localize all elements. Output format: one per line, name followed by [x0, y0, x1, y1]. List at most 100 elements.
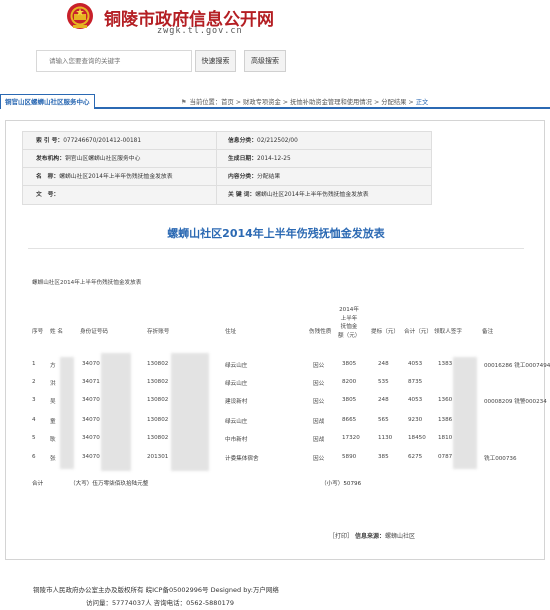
- cell-remark: 铣工000736: [484, 456, 517, 462]
- cell-name: 方: [50, 363, 56, 369]
- cell-amount: 5890: [342, 454, 357, 460]
- cell-remark: 00016286 铣工0007494: [484, 363, 550, 369]
- index-label: 索 引 号：: [36, 138, 64, 144]
- date-value: 2014-12-25: [257, 156, 291, 162]
- cell-signature: 1383: [438, 361, 453, 367]
- breadcrumb-current: 正文: [415, 99, 429, 106]
- cell-type: 因公: [313, 399, 325, 405]
- cell-passbook: 130802: [147, 435, 169, 441]
- header-seq: 序号: [32, 329, 44, 335]
- cell-seq: 6: [32, 454, 36, 460]
- blurred-passbook-numbers: [171, 353, 209, 471]
- doc-name: 名 称：螺蛳山社区2014年上半年伤残抚恤金发放表: [36, 168, 173, 186]
- cell-seq: 1: [32, 361, 36, 367]
- cell-address: 绿云山庄: [225, 381, 248, 387]
- total-words: （大写）伍万零柒佰玖拾陆元整: [70, 481, 149, 487]
- cell-address: 建设新村: [225, 399, 248, 405]
- cell-signature: 1386: [438, 417, 453, 423]
- cell-seq: 4: [32, 417, 36, 423]
- cell-passbook: 130802: [147, 361, 169, 367]
- header-address: 住址: [225, 329, 237, 335]
- cell-passbook: 130802: [147, 417, 169, 423]
- breadcrumb-subsidy[interactable]: 抚恤补助资金管理和使用情况: [290, 99, 372, 106]
- print-link[interactable]: ［打印］: [329, 533, 353, 540]
- breadcrumb-home[interactable]: 首页: [221, 99, 234, 106]
- date-label: 生成日期：: [228, 156, 257, 162]
- cell-seq: 3: [32, 397, 36, 403]
- cell-amount: 17320: [342, 435, 360, 441]
- article-content: 索 引 号：077246670/201412-00181 信息分类：02/212…: [5, 120, 550, 560]
- source-label: 信息来源：: [354, 533, 385, 540]
- header-id: 身份证号码: [80, 329, 108, 335]
- site-header: 铜陵市政府信息公开网 zwgk.tl.gov.cn: [0, 0, 550, 46]
- cell-id: 34070: [82, 417, 100, 423]
- content-label: 内容分类：: [228, 174, 257, 180]
- org-tab[interactable]: 铜官山区螺蛳山社区服务中心: [0, 94, 95, 109]
- cell-remark: 00008209 铣警000234: [484, 399, 547, 405]
- article-actions: ［打印］ 信息来源：螺蛳山社区: [329, 531, 415, 540]
- breadcrumb-separator: >: [406, 99, 416, 106]
- breadcrumb-prefix: 当前位置：: [189, 99, 222, 106]
- cell-total: 4053: [408, 397, 423, 403]
- breadcrumb-result[interactable]: 分配结果: [381, 99, 406, 106]
- doc-number: 文 号：: [36, 186, 59, 204]
- create-date: 生成日期：2014-12-25: [228, 150, 291, 168]
- info-panel: 索 引 号：077246670/201412-00181 信息分类：02/212…: [22, 131, 432, 205]
- cell-total: 4053: [408, 361, 423, 367]
- breadcrumb-separator: >: [371, 99, 382, 106]
- table-caption: 螺蛳山社区2014年上半年伤残抚恤金发放表: [32, 280, 142, 286]
- cell-name: 张: [50, 456, 56, 462]
- cell-type: 因战: [313, 419, 325, 425]
- breadcrumb-fund[interactable]: 财政专项资金: [243, 99, 281, 106]
- cell-total: 18450: [408, 435, 426, 441]
- footer-copyright: 铜陵市人民政府办公室主办及版权所有 皖ICP备05002996号 Designe…: [33, 586, 279, 594]
- cell-seq: 2: [32, 379, 36, 385]
- national-emblem-icon: [67, 3, 93, 29]
- cell-total: 9230: [408, 417, 423, 423]
- cell-name: 童: [50, 419, 56, 425]
- divider: [28, 248, 524, 249]
- cell-total: 8735: [408, 379, 423, 385]
- breadcrumb: ⚑ 当前位置：首页 > 财政专项资金 > 抚恤补助资金管理和使用情况 > 分配结果…: [181, 97, 428, 106]
- header-disability: 伤残性质: [309, 329, 332, 335]
- keywords-label: 关 键 词：: [228, 192, 256, 198]
- docno-label: 文 号：: [36, 192, 60, 198]
- header-raise: 提标（元）: [371, 329, 399, 335]
- blurred-signatures: [453, 357, 477, 469]
- nav-bar: 铜官山区螺蛳山社区服务中心 ⚑ 当前位置：首页 > 财政专项资金 > 抚恤补助资金…: [0, 94, 550, 109]
- cell-address: 计委集体宿舍: [225, 456, 259, 462]
- search-input[interactable]: [36, 50, 192, 72]
- cell-type: 因公: [313, 456, 325, 462]
- cell-raise: 248: [378, 361, 389, 367]
- org-label: 发布机构：: [36, 156, 65, 162]
- cell-type: 因公: [313, 363, 325, 369]
- publisher: 发布机构：铜官山区螺蛳山社区服务中心: [36, 150, 140, 168]
- footer-contact: 访问量：57774037人 咨询电话：0562-5880179: [86, 599, 234, 607]
- cell-signature: 1810: [438, 435, 453, 441]
- keywords-value: 螺蛳山社区2014年上半年伤残抚恤金发放表: [255, 192, 369, 198]
- cell-raise: 385: [378, 454, 389, 460]
- cell-amount: 3805: [342, 397, 357, 403]
- cell-type: 因战: [313, 437, 325, 443]
- cell-raise: 565: [378, 417, 389, 423]
- cell-amount: 3805: [342, 361, 357, 367]
- cell-name: 洪: [50, 381, 56, 387]
- cell-seq: 5: [32, 435, 36, 441]
- index-number: 索 引 号：077246670/201412-00181: [36, 132, 141, 150]
- quick-search-button[interactable]: 快速搜索: [195, 50, 236, 72]
- blurred-names: [60, 357, 74, 469]
- cell-amount: 8200: [342, 379, 357, 385]
- info-row: 发布机构：铜官山区螺蛳山社区服务中心 生成日期：2014-12-25: [23, 150, 431, 168]
- cell-passbook: 130802: [147, 397, 169, 403]
- cell-id: 34071: [82, 379, 100, 385]
- cell-raise: 1130: [378, 435, 393, 441]
- category-value: 02/212502/00: [257, 138, 298, 144]
- category: 信息分类：02/212502/00: [228, 132, 298, 150]
- site-domain: zwgk.tl.gov.cn: [157, 26, 243, 36]
- document-title: 螺蛳山社区2014年上半年伤残抚恤金发放表: [167, 227, 385, 240]
- name-label: 名 称：: [36, 174, 60, 180]
- advanced-search-button[interactable]: 高级搜索: [244, 50, 286, 72]
- info-row: 名 称：螺蛳山社区2014年上半年伤残抚恤金发放表 内容分类：分配结果: [23, 168, 431, 186]
- cell-id: 34070: [82, 361, 100, 367]
- cell-id: 34070: [82, 435, 100, 441]
